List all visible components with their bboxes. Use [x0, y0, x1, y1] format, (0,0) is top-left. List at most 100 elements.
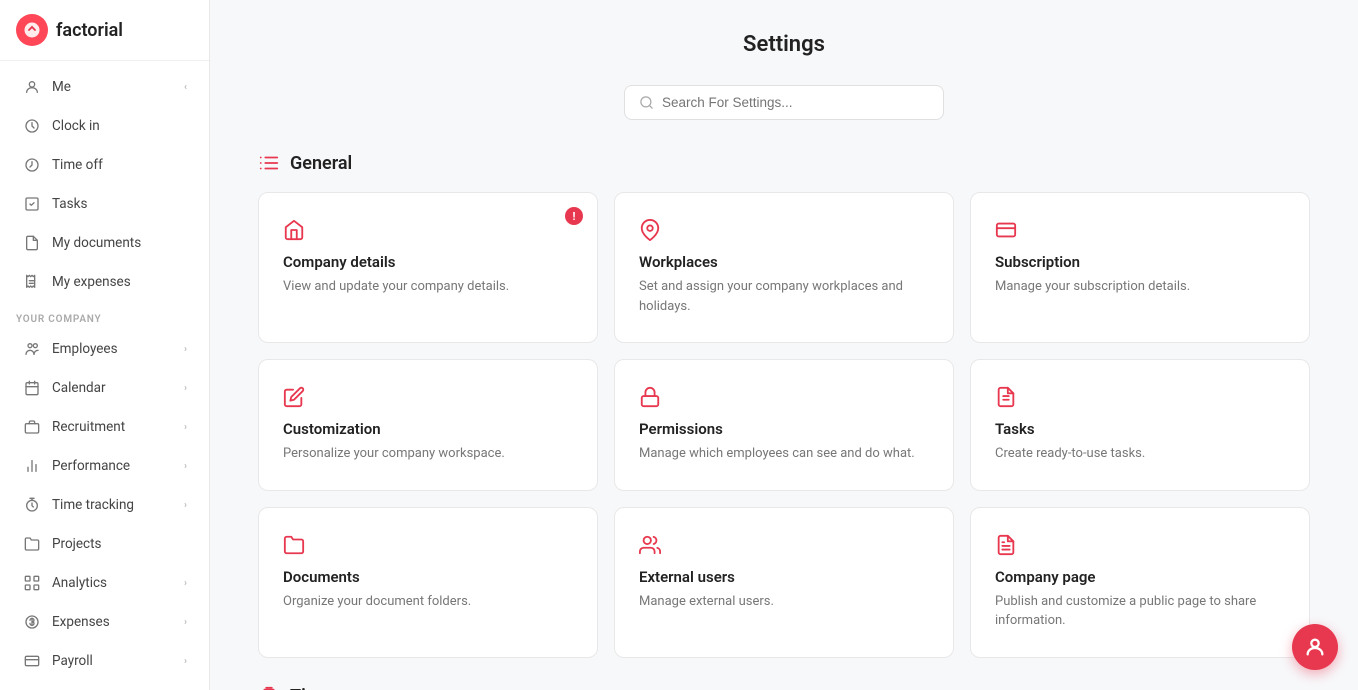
time-section-header: Time	[258, 686, 1310, 690]
card-company-page-title: Company page	[995, 568, 1285, 586]
sidebar-item-employees[interactable]: Employees ›	[6, 330, 203, 368]
sidebar-item-performance[interactable]: Performance ›	[6, 447, 203, 485]
logo-text: factorial	[56, 20, 123, 41]
sidebar-item-analytics[interactable]: Analytics ›	[6, 564, 203, 602]
main-content: Settings General ! Company details View …	[210, 0, 1358, 690]
chevron-performance-icon: ›	[184, 461, 187, 472]
chevron-expenses-icon: ›	[184, 617, 187, 628]
calendar-icon	[22, 378, 42, 398]
general-cards-grid: ! Company details View and update your c…	[258, 192, 1310, 658]
company-details-icon	[283, 219, 573, 241]
card-subscription[interactable]: Subscription Manage your subscription de…	[970, 192, 1310, 343]
sidebar-item-recruitment[interactable]: Recruitment ›	[6, 408, 203, 446]
logo-icon	[16, 14, 48, 46]
card-subscription-desc: Manage your subscription details.	[995, 277, 1285, 297]
tasks-card-icon	[995, 386, 1285, 408]
card-company-details[interactable]: ! Company details View and update your c…	[258, 192, 598, 343]
sidebar-item-recruitment-label: Recruitment	[52, 419, 184, 435]
card-permissions[interactable]: Permissions Manage which employees can s…	[614, 359, 954, 491]
search-input[interactable]	[662, 95, 929, 110]
help-avatar-icon	[1304, 636, 1326, 658]
general-section-title: General	[290, 153, 352, 174]
card-tasks[interactable]: Tasks Create ready-to-use tasks.	[970, 359, 1310, 491]
documents-card-icon	[283, 534, 573, 556]
card-company-details-title: Company details	[283, 253, 573, 271]
card-company-details-desc: View and update your company details.	[283, 277, 573, 297]
card-external-users-title: External users	[639, 568, 929, 586]
sidebar-item-time-tracking[interactable]: Time tracking ›	[6, 486, 203, 524]
sidebar-item-projects-label: Projects	[52, 536, 187, 552]
sidebar-item-payroll[interactable]: Payroll ›	[6, 642, 203, 680]
sidebar-item-expenses[interactable]: Expenses ›	[6, 603, 203, 641]
briefcase-icon	[22, 417, 42, 437]
sidebar-logo[interactable]: factorial	[0, 0, 209, 61]
bar-chart-icon	[22, 456, 42, 476]
permissions-icon	[639, 386, 929, 408]
card-customization-desc: Personalize your company workspace.	[283, 444, 573, 464]
sidebar-item-performance-label: Performance	[52, 458, 184, 474]
card-workplaces[interactable]: Workplaces Set and assign your company w…	[614, 192, 954, 343]
card-tasks-desc: Create ready-to-use tasks.	[995, 444, 1285, 464]
sidebar-item-documents[interactable]: Documents ›	[6, 681, 203, 690]
chevron-calendar-icon: ›	[184, 383, 187, 394]
card-workplaces-title: Workplaces	[639, 253, 929, 271]
analytics-icon	[22, 573, 42, 593]
sidebar-item-time-off-label: Time off	[52, 157, 187, 173]
card-company-page[interactable]: Company page Publish and customize a pub…	[970, 507, 1310, 658]
search-icon	[639, 95, 654, 110]
users-icon	[22, 339, 42, 359]
sidebar-item-tasks[interactable]: Tasks	[6, 185, 203, 223]
warning-badge: !	[565, 207, 583, 225]
clock-off-icon	[22, 155, 42, 175]
dollar-icon	[22, 612, 42, 632]
external-users-icon	[639, 534, 929, 556]
company-section-label: YOUR COMPANY	[0, 302, 209, 329]
time-section-icon	[258, 686, 280, 690]
sidebar-item-time-off[interactable]: Time off	[6, 146, 203, 184]
folder-icon	[22, 534, 42, 554]
chevron-icon: ‹	[184, 82, 187, 93]
chevron-analytics-icon: ›	[184, 578, 187, 589]
card-permissions-title: Permissions	[639, 420, 929, 438]
chevron-employees-icon: ›	[184, 344, 187, 355]
sidebar-item-clock-in-label: Clock in	[52, 118, 187, 134]
card-external-users-desc: Manage external users.	[639, 592, 929, 612]
card-company-page-desc: Publish and customize a public page to s…	[995, 592, 1285, 631]
chevron-payroll-icon: ›	[184, 656, 187, 667]
sidebar-item-clock-in[interactable]: Clock in	[6, 107, 203, 145]
company-page-icon	[995, 534, 1285, 556]
card-external-users[interactable]: External users Manage external users.	[614, 507, 954, 658]
chevron-time-tracking-icon: ›	[184, 500, 187, 511]
general-section-header: General	[258, 152, 1310, 174]
sidebar-item-analytics-label: Analytics	[52, 575, 184, 591]
sidebar-item-my-documents[interactable]: My documents	[6, 224, 203, 262]
sidebar-item-payroll-label: Payroll	[52, 653, 184, 669]
sidebar-item-my-expenses[interactable]: My expenses	[6, 263, 203, 301]
card-documents-desc: Organize your document folders.	[283, 592, 573, 612]
chevron-recruitment-icon: ›	[184, 422, 187, 433]
sidebar-item-calendar-label: Calendar	[52, 380, 184, 396]
receipt-icon	[22, 272, 42, 292]
sidebar-item-projects[interactable]: Projects	[6, 525, 203, 563]
help-avatar-button[interactable]	[1292, 624, 1338, 670]
payroll-icon	[22, 651, 42, 671]
general-section-icon	[258, 152, 280, 174]
sidebar-item-calendar[interactable]: Calendar ›	[6, 369, 203, 407]
sidebar-item-employees-label: Employees	[52, 341, 184, 357]
search-bar[interactable]	[624, 85, 944, 120]
sidebar-item-me-label: Me	[52, 79, 184, 95]
timer-icon	[22, 495, 42, 515]
card-permissions-desc: Manage which employees can see and do wh…	[639, 444, 929, 464]
card-workplaces-desc: Set and assign your company workplaces a…	[639, 277, 929, 316]
sidebar-item-me[interactable]: Me ‹	[6, 68, 203, 106]
sidebar-item-my-expenses-label: My expenses	[52, 274, 187, 290]
sidebar-item-my-documents-label: My documents	[52, 235, 187, 251]
card-documents-title: Documents	[283, 568, 573, 586]
workplaces-icon	[639, 219, 929, 241]
file-icon	[22, 233, 42, 253]
card-customization[interactable]: Customization Personalize your company w…	[258, 359, 598, 491]
sidebar-item-tasks-label: Tasks	[52, 196, 187, 212]
sidebar: factorial Me ‹ Clock in Time off	[0, 0, 210, 690]
sidebar-item-time-tracking-label: Time tracking	[52, 497, 184, 513]
card-documents[interactable]: Documents Organize your document folders…	[258, 507, 598, 658]
